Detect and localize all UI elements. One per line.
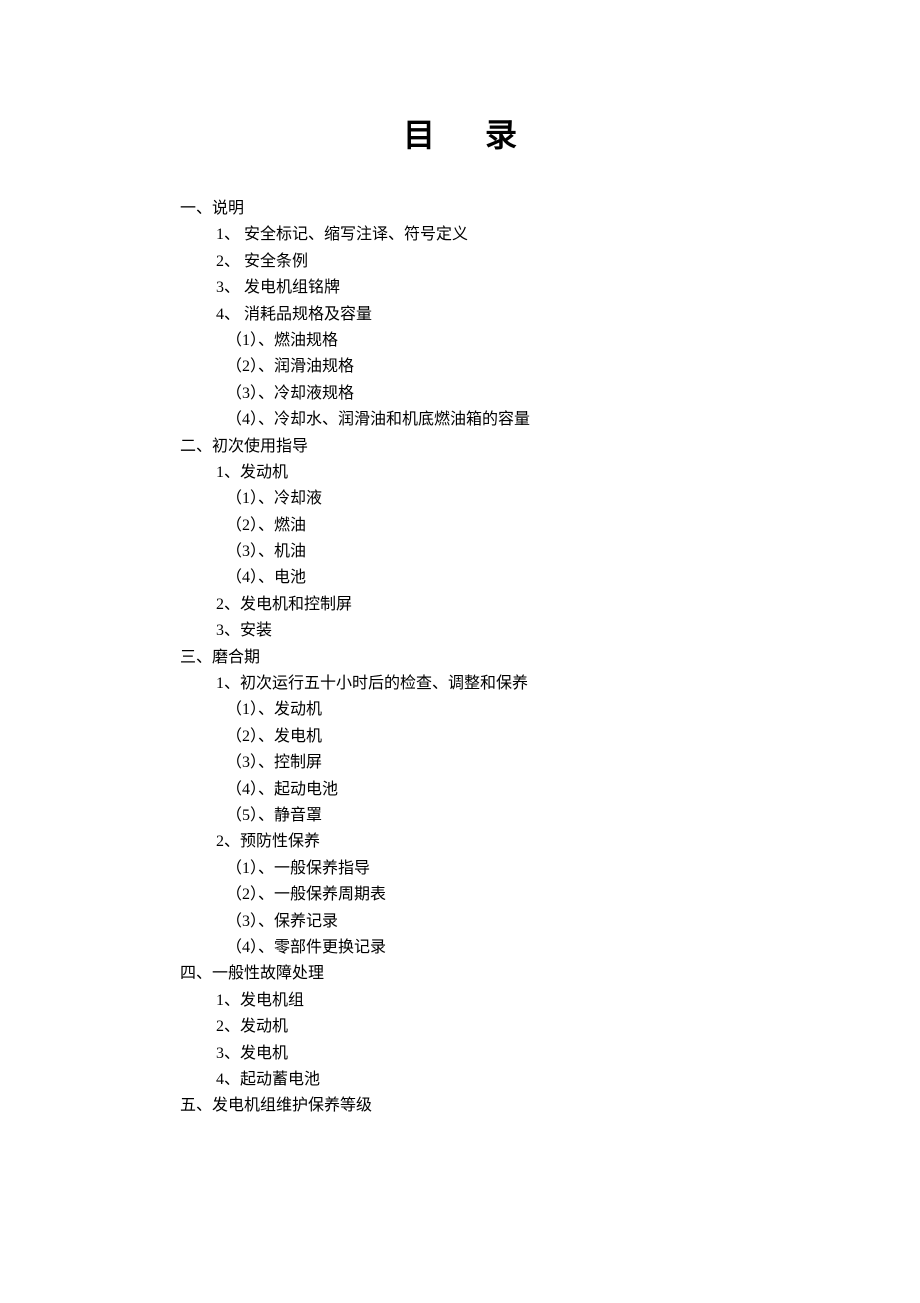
toc-subitem: （2）、发电机 (226, 724, 740, 750)
toc-subitem: （4）、电池 (226, 565, 740, 591)
toc-subitem: （1）、燃油规格 (226, 328, 740, 354)
toc-subitem: （3）、控制屏 (226, 750, 740, 776)
toc-subitem: （4）、起动电池 (226, 777, 740, 803)
toc-subitem: （1）、发动机 (226, 697, 740, 723)
toc-subitem: （1）、一般保养指导 (226, 856, 740, 882)
toc-section-heading: 五、发电机组维护保养等级 (180, 1093, 740, 1119)
toc-subitem: （3）、保养记录 (226, 909, 740, 935)
toc-item: 2、发动机 (216, 1014, 740, 1040)
toc-subitem: （2）、润滑油规格 (226, 354, 740, 380)
toc-subitem: （3）、机油 (226, 539, 740, 565)
toc-section-heading: 四、一般性故障处理 (180, 961, 740, 987)
toc-item: 3、安装 (216, 618, 740, 644)
toc-section-heading: 二、初次使用指导 (180, 434, 740, 460)
toc-item: 2、预防性保养 (216, 829, 740, 855)
toc-item: 1、发电机组 (216, 988, 740, 1014)
toc-section-heading: 三、磨合期 (180, 645, 740, 671)
toc-subitem: （1）、冷却液 (226, 486, 740, 512)
toc-item: 1、 安全标记、缩写注译、符号定义 (216, 222, 740, 248)
toc-item: 1、发动机 (216, 460, 740, 486)
document-title: 目录 (180, 110, 740, 156)
toc-subitem: （5）、静音罩 (226, 803, 740, 829)
toc-subitem: （2）、燃油 (226, 513, 740, 539)
toc-item: 3、 发电机组铭牌 (216, 275, 740, 301)
toc-item: 2、发电机和控制屏 (216, 592, 740, 618)
toc-item: 4、起动蓄电池 (216, 1067, 740, 1093)
table-of-contents: 一、说明 1、 安全标记、缩写注译、符号定义 2、 安全条例 3、 发电机组铭牌… (180, 196, 740, 1120)
toc-item: 2、 安全条例 (216, 249, 740, 275)
toc-subitem: （4）、零部件更换记录 (226, 935, 740, 961)
toc-subitem: （3）、冷却液规格 (226, 381, 740, 407)
toc-subitem: （4）、冷却水、润滑油和机底燃油箱的容量 (226, 407, 740, 433)
toc-section-heading: 一、说明 (180, 196, 740, 222)
toc-item: 1、初次运行五十小时后的检查、调整和保养 (216, 671, 740, 697)
toc-item: 3、发电机 (216, 1041, 740, 1067)
toc-subitem: （2）、一般保养周期表 (226, 882, 740, 908)
toc-item: 4、 消耗品规格及容量 (216, 302, 740, 328)
